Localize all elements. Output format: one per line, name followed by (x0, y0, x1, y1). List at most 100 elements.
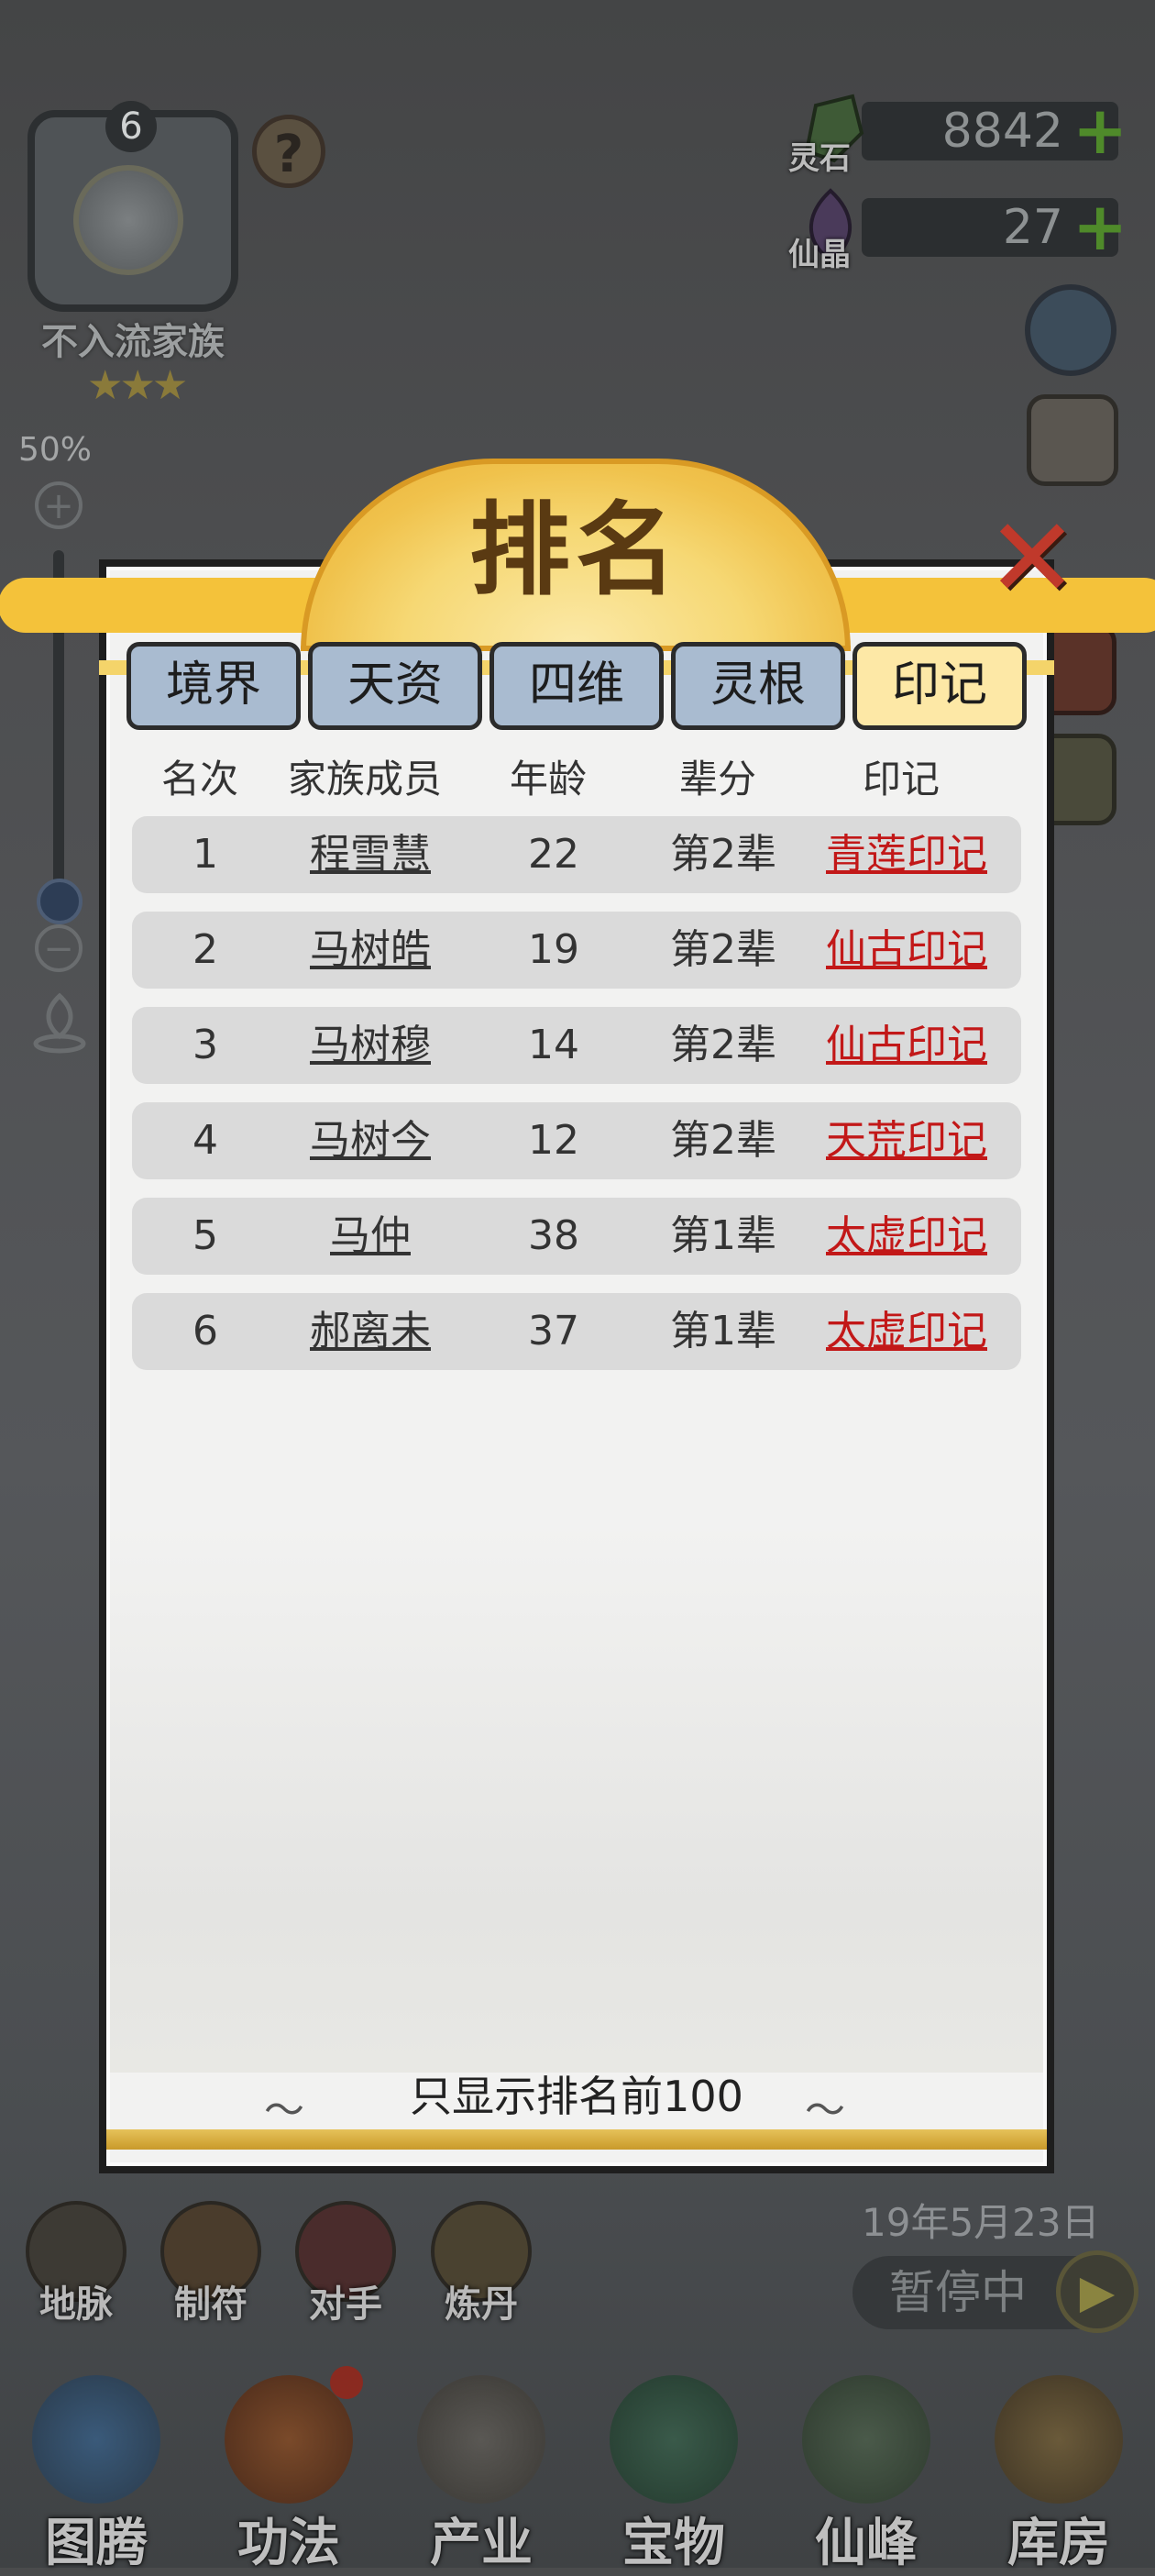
nav-totem-label: 图腾 (45, 2514, 148, 2573)
age-cell: 37 (528, 1308, 579, 1354)
nav-technique[interactable]: 功法 (192, 2357, 385, 2573)
rank-cell: 6 (192, 1308, 218, 1354)
generation-cell: 第1辈 (670, 1212, 776, 1259)
rival-button[interactable]: 对手 (286, 2201, 405, 2326)
bottom-nav: 图腾 功法 产业 宝物 仙峰 库房 (0, 2357, 1155, 2573)
mark-link[interactable]: 太虚印记 (801, 1198, 1012, 1275)
close-button[interactable]: ✕ (977, 504, 1087, 614)
peak-icon (802, 2375, 930, 2504)
generation-cell: 第2辈 (670, 1022, 776, 1068)
modal-title: 排名 (469, 491, 682, 609)
tab-aptitude[interactable]: 天资 (308, 642, 482, 730)
tab-mark[interactable]: 印记 (852, 642, 1027, 730)
swirl-right-icon: 〜 (805, 2087, 845, 2134)
mark-link[interactable]: 仙古印记 (801, 912, 1012, 989)
family-stars: ★★★ (87, 362, 188, 409)
member-name-link[interactable]: 郝离未 (279, 1293, 462, 1370)
rank-cell: 2 (192, 926, 218, 973)
scroll-icon[interactable] (1027, 394, 1118, 486)
tab-spirit-root[interactable]: 灵根 (671, 642, 845, 730)
treasure-bag-icon (995, 2375, 1123, 2504)
ranking-limit-note: 只显示排名前100 (410, 2072, 743, 2121)
tab-realm[interactable]: 境界 (126, 642, 301, 730)
ley-line-label: 地脉 (39, 2283, 113, 2326)
age-cell: 19 (528, 926, 579, 973)
mountain-mist-decoration (110, 1522, 1043, 2073)
flame-book-icon (225, 2375, 353, 2504)
header-rank: 名次 (160, 757, 238, 802)
mark-link[interactable]: 太虚印记 (801, 1293, 1012, 1370)
member-name-link[interactable]: 程雪慧 (279, 816, 462, 893)
modal-bottom-trim (106, 2129, 1047, 2150)
game-date: 19年5月23日 (862, 2200, 1100, 2245)
location-pin-icon[interactable] (28, 990, 92, 1055)
mark-link[interactable]: 天荒印记 (801, 1102, 1012, 1179)
talisman-button[interactable]: 制符 (151, 2201, 270, 2326)
family-badge[interactable]: 6 不入流家族 ★★★ (18, 101, 248, 409)
add-immortal-crystal-button[interactable]: + (1072, 193, 1128, 260)
close-icon: ✕ (985, 495, 1079, 623)
pause-label: 暂停中 (889, 2266, 1027, 2319)
help-button[interactable]: ? (252, 115, 325, 188)
nav-treasure[interactable]: 宝物 (578, 2357, 770, 2573)
zoom-slider-thumb[interactable] (37, 879, 82, 924)
header-mark: 印记 (862, 757, 940, 802)
immortal-crystal-counter: 27 + 仙晶 (788, 188, 1146, 273)
nav-peak-label: 仙峰 (815, 2514, 918, 2573)
alchemy-label: 炼丹 (445, 2283, 518, 2326)
rank-cell: 1 (192, 831, 218, 878)
nav-industry[interactable]: 产业 (385, 2357, 578, 2573)
nav-peak[interactable]: 仙峰 (770, 2357, 962, 2573)
table-row: 5 马仲 38 第1辈 太虚印记 (132, 1198, 1021, 1275)
spirit-stone-counter: 8842 + 灵石 (788, 94, 1146, 177)
immortal-crystal-label: 仙晶 (788, 237, 851, 273)
zoom-in-button[interactable]: + (35, 481, 82, 529)
alchemy-button[interactable]: 炼丹 (422, 2201, 541, 2326)
zoom-percent: 50% (18, 431, 93, 469)
rank-cell: 4 (192, 1117, 218, 1164)
table-row: 2 马树皓 19 第2辈 仙古印记 (132, 912, 1021, 989)
immortal-crystal-value: 27 (1002, 200, 1063, 255)
play-icon: ▶ (1056, 2250, 1138, 2333)
title-banner: 排名 (0, 449, 1155, 651)
header-age: 年龄 (509, 757, 587, 802)
table-row: 3 马树穆 14 第2辈 仙古印记 (132, 1007, 1021, 1084)
jade-seal-icon (610, 2375, 738, 2504)
family-emblem-icon (73, 165, 183, 275)
nav-warehouse-label: 库房 (1007, 2514, 1110, 2573)
tab-four-stats[interactable]: 四维 (490, 642, 664, 730)
header-member: 家族成员 (287, 757, 442, 802)
table-header: 名次 家族成员 年龄 辈分 印记 (126, 747, 1027, 812)
nav-warehouse[interactable]: 库房 (962, 2357, 1155, 2573)
zoom-out-button[interactable]: − (35, 924, 82, 972)
settings-gear-icon[interactable] (1025, 284, 1116, 376)
ranking-modal: 排名 ✕ 境界 天资 四维 灵根 印记 名次 家族成员 年龄 辈分 印记 1 程… (0, 459, 1155, 2173)
rival-label: 对手 (309, 2283, 382, 2326)
ley-line-button[interactable]: 地脉 (16, 2201, 136, 2326)
add-spirit-stone-button[interactable]: + (1072, 97, 1128, 163)
header-generation: 辈分 (678, 757, 756, 802)
generation-cell: 第2辈 (670, 926, 776, 973)
member-name-link[interactable]: 马树穆 (279, 1007, 462, 1084)
member-name-link[interactable]: 马树皓 (279, 912, 462, 989)
mountain-house-icon (417, 2375, 545, 2504)
family-level: 6 (105, 101, 157, 152)
member-name-link[interactable]: 马仲 (279, 1198, 462, 1275)
ranking-table: 1 程雪慧 22 第2辈 青莲印记 2 马树皓 19 第2辈 仙古印记 3 马树… (132, 816, 1021, 1388)
ranking-tabs: 境界 天资 四维 灵根 印记 (126, 642, 1027, 734)
age-cell: 22 (528, 831, 579, 878)
member-name-link[interactable]: 马树今 (279, 1102, 462, 1179)
mark-link[interactable]: 青莲印记 (801, 816, 1012, 893)
nav-treasure-label: 宝物 (622, 2514, 725, 2573)
age-cell: 12 (528, 1117, 579, 1164)
mark-link[interactable]: 仙古印记 (801, 1007, 1012, 1084)
table-row: 1 程雪慧 22 第2辈 青莲印记 (132, 816, 1021, 893)
rank-cell: 3 (192, 1022, 218, 1068)
pause-toggle[interactable]: 暂停中 ▶ (852, 2250, 1138, 2333)
age-cell: 38 (528, 1212, 579, 1259)
nav-totem[interactable]: 图腾 (0, 2357, 192, 2573)
family-rank-name: 不入流家族 (41, 321, 225, 363)
nav-industry-label: 产业 (430, 2514, 533, 2573)
notification-dot (330, 2366, 363, 2399)
rank-cell: 5 (192, 1212, 218, 1259)
